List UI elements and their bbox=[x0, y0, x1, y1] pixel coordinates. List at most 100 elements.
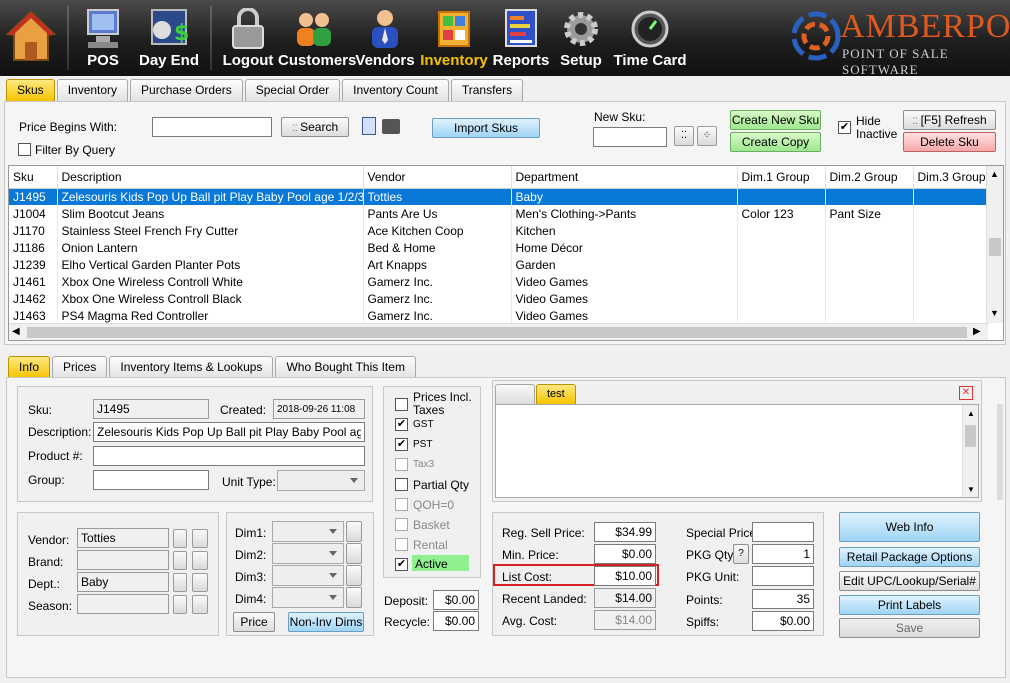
spiffs-field[interactable] bbox=[752, 611, 814, 631]
dim1-select[interactable] bbox=[272, 521, 344, 542]
tab-inventory-count[interactable]: Inventory Count bbox=[342, 79, 449, 101]
scroll-right-icon[interactable]: ▶ bbox=[973, 326, 981, 337]
description-field[interactable] bbox=[93, 422, 365, 442]
pkg-unit-field[interactable] bbox=[752, 566, 814, 586]
column-header-dim3-group[interactable]: Dim.3 Group bbox=[913, 166, 989, 189]
setup-button[interactable]: Setup bbox=[554, 0, 608, 76]
grid-horizontal-scrollbar[interactable]: ◀ ▶ bbox=[9, 323, 988, 340]
printer-icon[interactable] bbox=[382, 119, 400, 134]
dept-lookup-button[interactable] bbox=[192, 573, 208, 592]
create-new-sku-button[interactable]: Create New Sku bbox=[730, 110, 821, 130]
tab-skus[interactable]: Skus bbox=[6, 79, 55, 101]
column-header-description[interactable]: Description bbox=[57, 166, 364, 189]
notes-scroll-down-icon[interactable]: ▼ bbox=[967, 485, 975, 494]
active-checkbox[interactable]: ✔ bbox=[395, 558, 408, 571]
table-row[interactable]: J1170 Stainless Steel French Fry Cutter Ac… bbox=[9, 222, 989, 239]
group-field[interactable] bbox=[93, 470, 209, 490]
tab-who-bought[interactable]: Who Bought This Item bbox=[275, 356, 416, 378]
customers-button[interactable]: Customers bbox=[278, 0, 356, 76]
prices-incl-taxes-checkbox[interactable] bbox=[395, 398, 408, 411]
grid-horizontal-thumb[interactable] bbox=[27, 327, 967, 338]
reports-button[interactable]: Reports bbox=[492, 0, 550, 76]
pos-button[interactable]: POS bbox=[74, 0, 132, 76]
scan-icon[interactable]: ⁚⁚ bbox=[674, 126, 694, 146]
non-inv-dims-button[interactable]: Non-Inv Dims bbox=[288, 612, 364, 632]
table-row[interactable]: J1495 Zelesouris Kids Pop Up Ball pit Pla… bbox=[9, 188, 989, 205]
recycle-field[interactable] bbox=[433, 611, 479, 631]
dim4-button[interactable] bbox=[346, 587, 362, 608]
notes-expand-icon[interactable]: ✕ bbox=[959, 386, 973, 400]
home-button[interactable] bbox=[2, 0, 60, 76]
tab-inventory-items-lookups[interactable]: Inventory Items & Lookups bbox=[109, 356, 274, 378]
brand-clear-button[interactable] bbox=[173, 551, 187, 570]
brand-lookup-button[interactable] bbox=[192, 551, 208, 570]
points-field[interactable] bbox=[752, 589, 814, 609]
special-price-field[interactable] bbox=[752, 522, 814, 542]
tab-special-order[interactable]: Special Order bbox=[244, 79, 341, 101]
notes-outer-scrollbar[interactable] bbox=[997, 404, 1003, 500]
dim3-button[interactable] bbox=[346, 565, 362, 586]
table-row[interactable]: J1463 PS4 Magma Red Controller Gamerz Inc.… bbox=[9, 307, 989, 324]
table-row[interactable]: J1004 Slim Bootcut Jeans Pants Are Us Men's… bbox=[9, 205, 989, 222]
new-sku-input[interactable] bbox=[593, 127, 667, 147]
search-button[interactable]: ⁚⁚ Search bbox=[281, 117, 349, 137]
column-header-sku[interactable]: Sku bbox=[9, 166, 58, 189]
list-cost-field[interactable] bbox=[594, 566, 656, 586]
filter-by-query-checkbox[interactable] bbox=[18, 143, 31, 156]
scroll-up-icon[interactable]: ▲ bbox=[990, 169, 999, 179]
tab-purchase-orders[interactable]: Purchase Orders bbox=[130, 79, 243, 101]
column-header-department[interactable]: Department bbox=[511, 166, 738, 189]
logout-button[interactable]: Logout bbox=[220, 0, 276, 76]
day-end-button[interactable]: $ Day End bbox=[138, 0, 200, 76]
rental-checkbox[interactable] bbox=[395, 538, 408, 551]
document-icon[interactable] bbox=[362, 117, 376, 135]
reg-sell-price-field[interactable] bbox=[594, 522, 656, 542]
tab-info[interactable]: Info bbox=[8, 356, 51, 378]
delete-sku-button[interactable]: Delete Sku bbox=[903, 132, 996, 152]
pkg-qty-field[interactable] bbox=[752, 544, 814, 564]
hide-inactive-checkbox[interactable]: ✔ bbox=[838, 121, 851, 134]
dim3-select[interactable] bbox=[272, 565, 344, 586]
table-row[interactable]: J1239 Elho Vertical Garden Planter Pots Ar… bbox=[9, 256, 989, 273]
notes-tab-test[interactable]: test bbox=[536, 384, 576, 404]
basket-checkbox[interactable] bbox=[395, 518, 408, 531]
tab-inventory[interactable]: Inventory bbox=[56, 79, 129, 101]
price-button[interactable]: Price bbox=[233, 612, 275, 632]
dim4-select[interactable] bbox=[272, 587, 344, 608]
scroll-left-icon[interactable]: ◀ bbox=[12, 326, 20, 337]
table-row[interactable]: J1186 Onion Lantern Bed & Home Home Décor bbox=[9, 239, 989, 256]
pst-checkbox[interactable]: ✔ bbox=[395, 438, 408, 451]
vendor-lookup-button[interactable] bbox=[192, 529, 208, 548]
product-number-field[interactable] bbox=[93, 446, 365, 466]
notes-textarea[interactable]: ▲ ▼ bbox=[495, 404, 979, 498]
tax3-checkbox[interactable] bbox=[395, 458, 408, 471]
notes-scrollbar[interactable]: ▲ ▼ bbox=[962, 405, 978, 497]
min-price-field[interactable] bbox=[594, 544, 656, 564]
column-header-dim2-group[interactable]: Dim.2 Group bbox=[825, 166, 914, 189]
create-copy-button[interactable]: Create Copy bbox=[730, 132, 821, 152]
print-labels-button[interactable]: Print Labels bbox=[839, 595, 980, 615]
dim2-select[interactable] bbox=[272, 543, 344, 564]
unit-type-select[interactable] bbox=[277, 470, 365, 491]
dim1-button[interactable] bbox=[346, 521, 362, 542]
inventory-button[interactable]: Inventory bbox=[420, 0, 488, 76]
notes-scroll-thumb[interactable] bbox=[965, 425, 976, 447]
web-info-button[interactable]: Web Info bbox=[839, 512, 980, 542]
partial-qty-checkbox[interactable] bbox=[395, 478, 408, 491]
gst-checkbox[interactable]: ✔ bbox=[395, 418, 408, 431]
import-skus-button[interactable]: Import Skus bbox=[432, 118, 540, 138]
season-lookup-button[interactable] bbox=[192, 595, 208, 614]
deposit-field[interactable] bbox=[433, 590, 479, 610]
tab-transfers[interactable]: Transfers bbox=[450, 79, 524, 101]
save-button[interactable]: Save bbox=[839, 618, 980, 638]
qoh0-checkbox[interactable] bbox=[395, 498, 408, 511]
grid-vertical-thumb[interactable] bbox=[989, 238, 1001, 256]
season-clear-button[interactable] bbox=[173, 595, 187, 614]
grid-vertical-scrollbar[interactable]: ▲ ▼ bbox=[986, 166, 1003, 323]
retail-package-options-button[interactable]: Retail Package Options bbox=[839, 547, 980, 567]
edit-upc-button[interactable]: Edit UPC/Lookup/Serial# bbox=[839, 571, 980, 591]
column-header-vendor[interactable]: Vendor bbox=[363, 166, 512, 189]
time-card-button[interactable]: Time Card bbox=[612, 0, 688, 76]
notes-tab-blank[interactable] bbox=[495, 384, 535, 404]
scroll-down-icon[interactable]: ▼ bbox=[990, 308, 999, 318]
